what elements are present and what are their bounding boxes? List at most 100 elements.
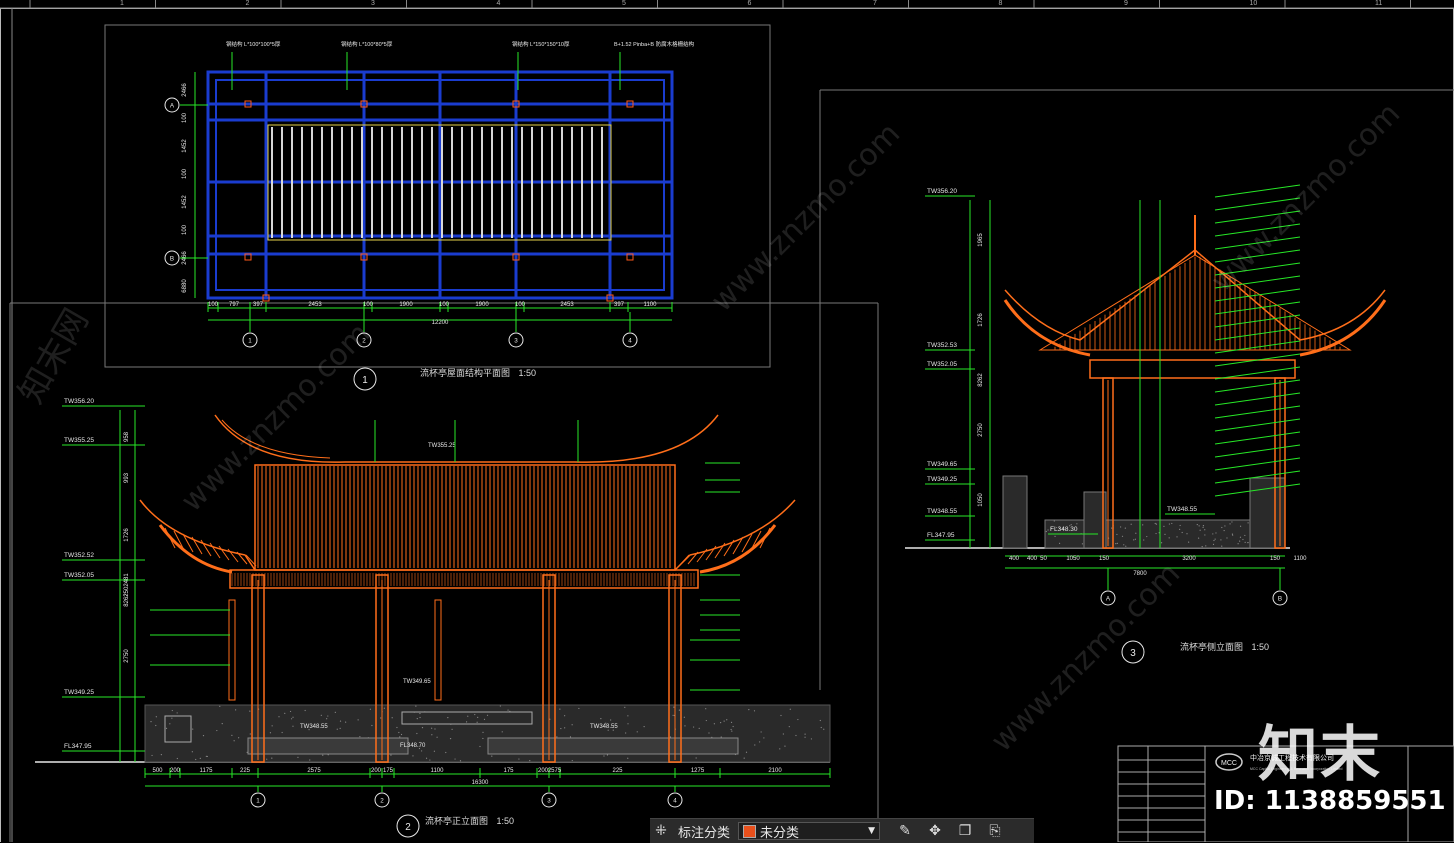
stone-texture-dot xyxy=(789,726,790,727)
front-inner-level: TW348.55 xyxy=(300,724,328,730)
category-select[interactable]: 未分类 ▼ xyxy=(738,822,880,840)
front-inner-level: TW349.65 xyxy=(403,679,431,685)
plan-vdim-text: 100 xyxy=(182,168,188,179)
ruler-number: 10 xyxy=(1250,0,1258,7)
side-level-text: TW349.65 xyxy=(927,461,957,468)
stone-texture-dot xyxy=(693,726,694,727)
stone-texture-dot xyxy=(578,708,579,709)
grid-icon[interactable]: ⁜ xyxy=(650,823,672,839)
front-dim-text: 225 xyxy=(612,768,623,774)
ruler-number: 3 xyxy=(371,0,375,7)
stone-texture-dot xyxy=(290,711,291,712)
stone-texture-dot xyxy=(556,736,557,737)
side-vdim-text: 1050 xyxy=(978,493,984,507)
stone-texture-dot xyxy=(1202,546,1203,547)
side-annotation-leader xyxy=(1215,367,1300,379)
side-beam xyxy=(1090,360,1295,378)
stone-texture-dot xyxy=(434,728,435,729)
side-annotation-leader xyxy=(1215,341,1300,353)
plan-dim-text: 2453 xyxy=(308,302,322,308)
stone-texture-dot xyxy=(684,725,685,726)
move-icon[interactable]: ✥ xyxy=(924,823,946,839)
stone-texture-dot xyxy=(731,729,732,730)
front-total-dim: 16300 xyxy=(472,780,489,786)
front-title: 流杯亭正立面图 1:50 xyxy=(425,814,514,827)
stone-texture-dot xyxy=(679,710,680,711)
stone-texture-dot xyxy=(467,716,468,717)
front-post-small xyxy=(229,600,235,700)
stone-texture-dot xyxy=(1135,539,1136,540)
stone-texture-dot xyxy=(1186,533,1187,534)
stone-texture-dot xyxy=(326,718,327,719)
stone-texture-dot xyxy=(1188,541,1189,542)
stone-texture-dot xyxy=(192,728,193,729)
stone-texture-dot xyxy=(1242,539,1243,540)
stone-texture-dot xyxy=(380,717,381,718)
side-dim-text: 1100 xyxy=(1294,556,1308,562)
stone-texture-dot xyxy=(292,726,293,727)
plan-note: 钢结构 L*100*80*5厚 xyxy=(341,40,393,48)
stone-texture-dot xyxy=(720,722,721,723)
stone-texture-dot xyxy=(820,720,821,721)
stone-texture-dot xyxy=(412,755,413,756)
brand-watermark: 知末 xyxy=(1258,706,1382,793)
stone-texture-dot xyxy=(644,726,645,727)
stone-texture-dot xyxy=(759,741,760,742)
edit-icon[interactable]: ✎ xyxy=(894,823,916,839)
stone-texture-dot xyxy=(177,712,178,713)
stone-texture-dot xyxy=(564,727,565,728)
plan-note: 钢结构 L*100*100*5厚 xyxy=(226,40,281,48)
stone-texture-dot xyxy=(1082,543,1083,544)
stone-texture-dot xyxy=(754,710,755,711)
stone-texture-dot xyxy=(250,733,251,734)
stone-texture-dot xyxy=(1204,534,1205,535)
plan-dim-text: 100 xyxy=(208,302,219,308)
stone-texture-dot xyxy=(482,732,483,733)
side-annotation-leader xyxy=(1215,328,1300,340)
stone-texture-dot xyxy=(610,719,611,720)
front-inner-level: TW355.25 xyxy=(428,443,456,449)
company-logo-text: MCC xyxy=(1221,760,1237,767)
stone-texture-dot xyxy=(1146,536,1147,537)
stone-texture-dot xyxy=(1215,532,1216,533)
stone-texture-dot xyxy=(1232,534,1233,535)
stone-texture-dot xyxy=(460,760,461,761)
stone-texture-dot xyxy=(392,717,393,718)
stone-texture-dot xyxy=(811,738,812,739)
stone-texture-dot xyxy=(784,746,785,747)
stone-texture-dot xyxy=(322,755,323,756)
stone-texture-dot xyxy=(399,736,400,737)
stone-texture-dot xyxy=(673,715,674,716)
stone-texture-dot xyxy=(1238,543,1239,544)
stone-texture-dot xyxy=(292,717,293,718)
stone-texture-dot xyxy=(284,713,285,714)
stone-texture-dot xyxy=(337,729,338,730)
side-annotation-leader xyxy=(1215,432,1300,444)
copy-icon[interactable]: ❐ xyxy=(954,823,976,839)
stone-texture-dot xyxy=(1169,537,1170,538)
paste-icon[interactable]: ⎘ xyxy=(984,823,1006,839)
front-post-small xyxy=(435,600,441,700)
stone-texture-dot xyxy=(1059,543,1060,544)
stone-texture-dot xyxy=(340,720,341,721)
plan-total-dim: 12200 xyxy=(432,320,449,326)
stone-texture-dot xyxy=(1155,523,1156,524)
ruler-number: 5 xyxy=(622,0,626,7)
stone-texture-dot xyxy=(474,714,475,715)
stone-texture-dot xyxy=(1245,542,1246,543)
stone-texture-dot xyxy=(419,717,420,718)
stone-texture-dot xyxy=(278,716,279,717)
stone-texture-dot xyxy=(345,722,346,723)
stone-texture-dot xyxy=(216,730,217,731)
stone-texture-dot xyxy=(572,724,573,725)
stone-texture-dot xyxy=(1204,529,1205,530)
stone-texture-dot xyxy=(266,759,267,760)
side-vdim-text: 2750 xyxy=(978,423,984,437)
ruler-number: 7 xyxy=(873,0,877,7)
stone-texture-dot xyxy=(169,723,170,724)
stone-texture-dot xyxy=(673,707,674,708)
cad-drawing-canvas[interactable]: 100 797 397 2453 100 1900 100 1900 100 2453 397 110… xyxy=(0,0,1454,842)
stone-texture-dot xyxy=(297,757,298,758)
stone-texture-dot xyxy=(500,705,501,706)
stone-texture-dot xyxy=(607,754,608,755)
